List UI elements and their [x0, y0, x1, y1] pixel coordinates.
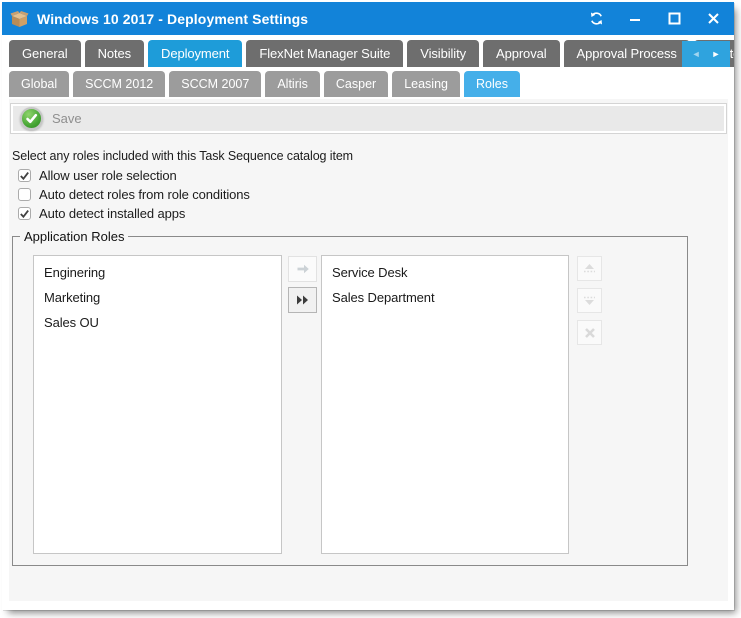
close-icon — [707, 12, 720, 25]
save-check-icon — [20, 107, 43, 130]
tab-general[interactable]: General — [9, 40, 81, 67]
move-right-button[interactable] — [288, 256, 317, 282]
tab-approval-process[interactable]: Approval Process — [564, 40, 690, 67]
tab-strip-scroller: ◄ ► — [682, 41, 730, 67]
catalog-item-box-icon — [10, 9, 29, 28]
allow-user-role-selection-checkbox[interactable] — [18, 169, 31, 182]
scroll-tabs-left-icon[interactable]: ◄ — [692, 49, 701, 59]
tab-roles[interactable]: Roles — [464, 71, 520, 97]
tab-sccm-2012[interactable]: SCCM 2012 — [73, 71, 165, 97]
list-item[interactable]: Sales OU — [34, 310, 281, 335]
arrow-down-icon — [581, 293, 598, 308]
checkbox-row: Auto detect roles from role conditions — [18, 188, 728, 201]
deployment-settings-window: Windows 10 2017 - Deployment Settings — [2, 2, 734, 610]
refresh-icon — [589, 11, 604, 26]
list-item[interactable]: Enginering — [34, 260, 281, 285]
checkbox-label: Auto detect installed apps — [39, 206, 185, 221]
checkbox-label: Auto detect roles from role conditions — [39, 187, 250, 202]
roles-tab-panel: Save Select any roles included with this… — [9, 99, 728, 601]
double-arrow-right-icon — [295, 293, 310, 307]
list-action-buttons-column — [577, 255, 602, 345]
roles-instruction-text: Select any roles included with this Task… — [12, 149, 728, 163]
tab-notes[interactable]: Notes — [85, 40, 144, 67]
tab-deployment[interactable]: Deployment — [148, 40, 242, 67]
tab-global[interactable]: Global — [9, 71, 69, 97]
move-buttons-column — [288, 255, 317, 313]
maximize-icon — [668, 12, 681, 25]
arrow-right-icon — [295, 261, 311, 277]
move-up-button[interactable] — [577, 256, 602, 281]
tab-visibility[interactable]: Visibility — [407, 40, 479, 67]
primary-tab-strip: General Notes Deployment FlexNet Manager… — [2, 35, 734, 67]
refresh-button[interactable] — [585, 8, 607, 30]
auto-detect-installed-apps-checkbox[interactable] — [18, 207, 31, 220]
delete-x-icon — [583, 326, 597, 340]
minimize-icon — [629, 13, 641, 25]
auto-detect-roles-checkbox[interactable] — [18, 188, 31, 201]
tab-leasing[interactable]: Leasing — [392, 71, 460, 97]
application-roles-legend: Application Roles — [20, 229, 128, 244]
secondary-tab-strip: Global SCCM 2012 SCCM 2007 Altiris Caspe… — [2, 67, 734, 97]
maximize-button[interactable] — [663, 8, 685, 30]
tab-casper[interactable]: Casper — [324, 71, 388, 97]
window-title: Windows 10 2017 - Deployment Settings — [37, 11, 308, 27]
checkbox-row: Allow user role selection — [18, 169, 728, 182]
application-roles-group: Application Roles Enginering Marketing S… — [12, 229, 688, 566]
save-button[interactable]: Save — [10, 103, 727, 134]
tab-altiris[interactable]: Altiris — [265, 71, 320, 97]
save-button-label: Save — [52, 111, 82, 126]
list-item[interactable]: Sales Department — [322, 285, 568, 310]
arrow-up-icon — [581, 261, 598, 276]
available-roles-list[interactable]: Enginering Marketing Sales OU — [33, 255, 282, 554]
minimize-button[interactable] — [624, 8, 646, 30]
checkbox-label: Allow user role selection — [39, 168, 177, 183]
delete-role-button[interactable] — [577, 320, 602, 345]
scroll-tabs-right-icon[interactable]: ► — [712, 49, 721, 59]
selected-roles-list[interactable]: Service Desk Sales Department — [321, 255, 569, 554]
move-all-right-button[interactable] — [288, 287, 317, 313]
close-button[interactable] — [702, 8, 724, 30]
list-item[interactable]: Marketing — [34, 285, 281, 310]
tab-approval[interactable]: Approval — [483, 40, 560, 67]
list-item[interactable]: Service Desk — [322, 260, 568, 285]
checkbox-row: Auto detect installed apps — [18, 207, 728, 220]
checkmark-icon — [19, 170, 30, 182]
titlebar[interactable]: Windows 10 2017 - Deployment Settings — [2, 2, 734, 35]
checkmark-icon — [19, 208, 30, 220]
tab-sccm-2007[interactable]: SCCM 2007 — [169, 71, 261, 97]
move-down-button[interactable] — [577, 288, 602, 313]
tab-flexnet-manager-suite[interactable]: FlexNet Manager Suite — [246, 40, 403, 67]
